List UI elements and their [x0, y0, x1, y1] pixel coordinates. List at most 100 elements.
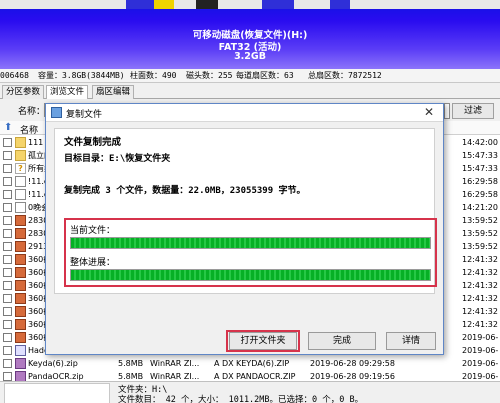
overall-progress [70, 269, 431, 281]
row-checkbox[interactable] [3, 190, 12, 199]
row-checkbox[interactable] [3, 268, 12, 277]
row-checkbox[interactable] [3, 164, 12, 173]
preview-thumbnail [4, 383, 110, 403]
current-file-progress [70, 237, 431, 249]
info-offset: 006468 [0, 71, 29, 80]
disk-info-row: 006468 容量：3.8GB(3844MB) 柱面数：490 磁头数：255 … [0, 69, 500, 83]
toolbar-chip[interactable] [154, 0, 174, 9]
column-header-name[interactable]: 名称 [20, 123, 38, 136]
current-progress-fill [71, 238, 430, 248]
q-file-icon: ? [15, 163, 26, 174]
row-checkbox[interactable] [3, 203, 12, 212]
file-modified: 2019-06-28 09:29:58 [310, 359, 395, 368]
disk-size: 3.2GB [234, 51, 266, 62]
open-folder-button[interactable]: 打开文件夹 [229, 332, 297, 350]
row-checkbox[interactable] [3, 255, 12, 264]
copy-icon [51, 107, 62, 118]
file-size: 5.8MB [118, 372, 144, 381]
close-icon[interactable]: ✕ [424, 105, 434, 119]
copy-summary: 复制完成 3 个文件，数据量：22.0MB，23055399 字节。 [64, 186, 306, 196]
img-file-icon [15, 319, 26, 330]
img-file-icon [15, 293, 26, 304]
file-time: 14:21:20 [462, 203, 498, 212]
file-short-name: KEYDA(6).ZIP [236, 359, 290, 368]
file-time: 15:47:33 [462, 151, 498, 160]
zip-file-icon [15, 371, 26, 381]
up-arrow-icon[interactable]: ⬆ [4, 122, 12, 133]
row-checkbox[interactable] [3, 177, 12, 186]
overall-progress-fill [71, 270, 430, 280]
img-file-icon [15, 254, 26, 265]
row-checkbox[interactable] [3, 242, 12, 251]
file-time: 12:41:32 [462, 268, 498, 277]
file-name: Keyda(6).zip [28, 359, 78, 368]
file-size: 5.8MB [118, 359, 144, 368]
file-time: 12:41:32 [462, 294, 498, 303]
row-checkbox[interactable] [3, 333, 12, 342]
img-file-icon [15, 332, 26, 343]
row-checkbox[interactable] [3, 320, 12, 329]
zip-file-icon [15, 358, 26, 369]
filter-input[interactable] [444, 103, 450, 119]
status-summary: 文件数目： 42 个，大小： 1011.2MB。已选择：0 个，0 B。 [118, 395, 364, 403]
progress-highlight: 当前文件： 整体进展： [64, 218, 437, 287]
info-total-sectors: 总扇区数：7872512 [308, 71, 382, 80]
toolbar-chip[interactable] [330, 0, 350, 9]
img-file-icon [15, 215, 26, 226]
tab-sector-edit[interactable]: 扇区编辑 [92, 85, 135, 99]
row-checkbox[interactable] [3, 372, 12, 381]
tab-browse-files[interactable]: 浏览文件 [46, 85, 89, 99]
done-button[interactable]: 完成 [308, 332, 376, 350]
row-checkbox[interactable] [3, 346, 12, 355]
dialog-title: 复制文件 [66, 110, 103, 120]
tab-partition-params[interactable]: 分区参数 [2, 85, 45, 99]
details-button[interactable]: 详情 [386, 332, 436, 350]
file-time: 2019-06- [462, 372, 499, 381]
img-file-icon [15, 306, 26, 317]
copy-files-dialog: 复制文件 ✕ 文件复制完成 目标目录：E:\恢复文件夹 复制完成 3 个文件，数… [45, 103, 444, 355]
file-time: 16:29:58 [462, 177, 498, 186]
row-checkbox[interactable] [3, 151, 12, 160]
toolbar-chip[interactable] [262, 0, 294, 9]
file-time: 2019-06- [462, 359, 499, 368]
doc-file-icon [15, 202, 26, 213]
row-checkbox[interactable] [3, 307, 12, 316]
copy-complete-heading: 文件复制完成 [64, 137, 122, 148]
toolbar-chip[interactable] [126, 0, 154, 9]
row-checkbox[interactable] [3, 138, 12, 147]
tab-bar: 分区参数 浏览文件 扇区编辑 [0, 84, 500, 99]
list-item[interactable]: PandaOCR.zip 5.8MB WinRAR ZI... A DX PANDAOC… [0, 370, 500, 381]
folder-file-icon [15, 150, 26, 161]
toolbar-strip [0, 0, 500, 9]
img-file-icon [15, 267, 26, 278]
doc-file-icon [15, 176, 26, 187]
info-heads: 磁头数：255 [186, 71, 233, 80]
file-time: 2019-06- [462, 346, 499, 355]
file-time: 2019-06- [462, 333, 499, 342]
row-checkbox[interactable] [3, 294, 12, 303]
dialog-titlebar[interactable]: 复制文件 ✕ [46, 104, 443, 122]
disk-banner[interactable]: 可移动磁盘(恢复文件)(H:) FAT32 (活动) 3.2GB [0, 9, 500, 69]
info-cylinders: 柱面数：490 [130, 71, 177, 80]
doc-file-icon [15, 189, 26, 200]
file-time: 12:41:32 [462, 281, 498, 290]
row-checkbox[interactable] [3, 229, 12, 238]
info-sectors-per-track: 每道扇区数：63 [236, 71, 294, 80]
row-checkbox[interactable] [3, 216, 12, 225]
folder-file-icon [15, 137, 26, 148]
toolbar-chip[interactable] [196, 0, 218, 9]
file-name: PandaOCR.zip [28, 372, 84, 381]
file-time: 16:29:58 [462, 190, 498, 199]
list-item[interactable]: Keyda(6).zip 5.8MB WinRAR ZI... A DX KEYDA(6… [0, 357, 500, 370]
file-time: 13:59:52 [462, 216, 498, 225]
row-checkbox[interactable] [3, 281, 12, 290]
filter-button[interactable]: 过滤 [452, 103, 494, 119]
img-file-icon [15, 241, 26, 252]
name-label: 名称： [18, 107, 46, 117]
file-time: 14:42:00 [462, 138, 498, 147]
file-time: 15:47:33 [462, 164, 498, 173]
row-checkbox[interactable] [3, 359, 12, 368]
file-short-name: PANDAOCR.ZIP [236, 372, 296, 381]
file-time: 13:59:52 [462, 242, 498, 251]
file-attr: A DX [214, 372, 234, 381]
